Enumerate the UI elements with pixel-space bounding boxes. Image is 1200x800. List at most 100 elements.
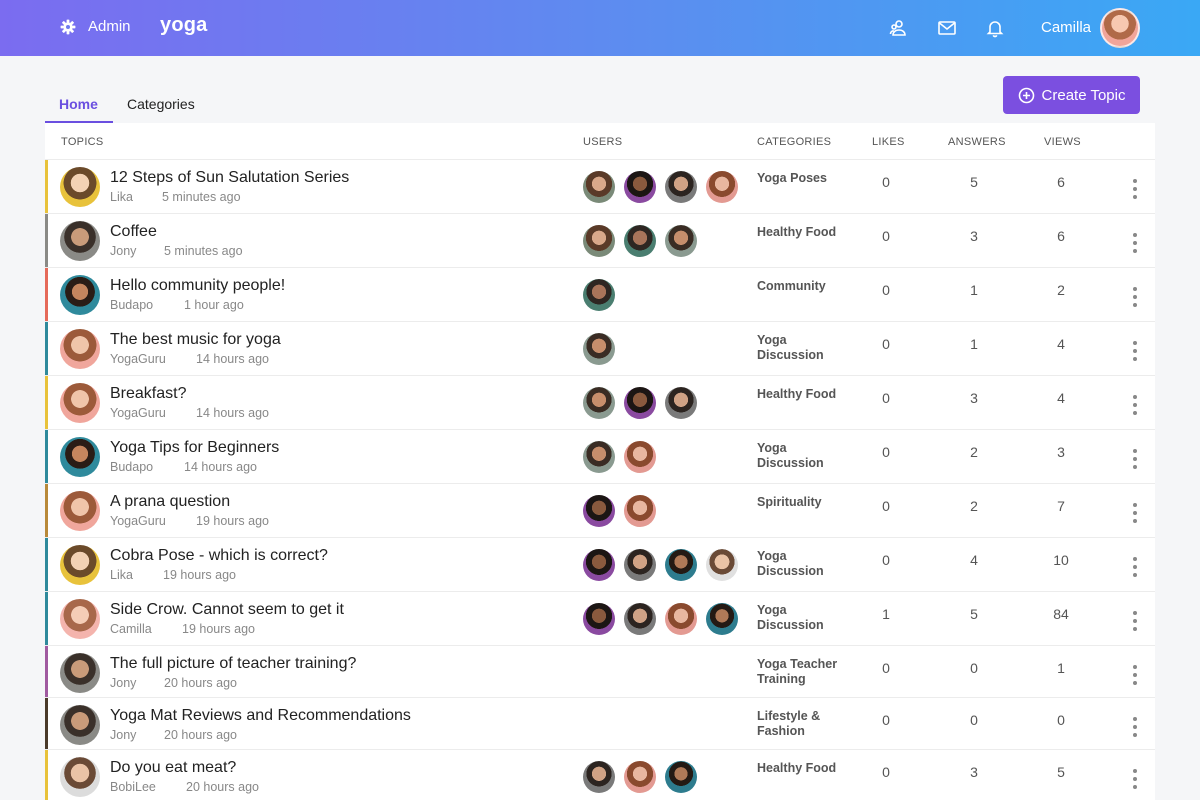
table-row[interactable]: 12 Steps of Sun Salutation Series Lika 5… — [45, 160, 1155, 214]
more-options-icon[interactable] — [1129, 503, 1141, 523]
more-options-icon[interactable] — [1129, 287, 1141, 307]
participant-avatar[interactable] — [665, 549, 697, 581]
tab-categories[interactable]: Categories — [127, 96, 195, 112]
topic-title[interactable]: Cobra Pose - which is correct? — [110, 547, 328, 565]
participant-avatar[interactable] — [583, 761, 615, 793]
topic-category[interactable]: Yoga Discussion — [757, 441, 847, 471]
topic-author[interactable]: Budapo — [110, 298, 153, 312]
topic-author[interactable]: BobiLee — [110, 780, 156, 794]
author-avatar[interactable] — [60, 545, 100, 585]
tab-home[interactable]: Home — [59, 96, 98, 112]
table-row[interactable]: The best music for yoga YogaGuru 14 hour… — [45, 322, 1155, 376]
topic-title[interactable]: The best music for yoga — [110, 331, 281, 349]
topic-author[interactable]: YogaGuru — [110, 514, 166, 528]
author-avatar[interactable] — [60, 383, 100, 423]
table-row[interactable]: Breakfast? YogaGuru 14 hours ago Healthy… — [45, 376, 1155, 430]
topic-title[interactable]: Breakfast? — [110, 385, 186, 403]
topic-title[interactable]: The full picture of teacher training? — [110, 655, 356, 673]
table-row[interactable]: Side Crow. Cannot seem to get it Camilla… — [45, 592, 1155, 646]
participant-avatar[interactable] — [583, 279, 615, 311]
author-avatar[interactable] — [60, 275, 100, 315]
mail-icon[interactable] — [937, 18, 957, 38]
topic-category[interactable]: Yoga Poses — [757, 171, 847, 186]
author-avatar[interactable] — [60, 221, 100, 261]
topic-category[interactable]: Lifestyle & Fashion — [757, 709, 847, 739]
current-user-avatar[interactable] — [1100, 8, 1140, 48]
participant-avatar[interactable] — [624, 761, 656, 793]
topic-title[interactable]: Coffee — [110, 223, 157, 241]
participant-avatar[interactable] — [624, 171, 656, 203]
topic-title[interactable]: Hello community people! — [110, 277, 285, 295]
topic-category[interactable]: Healthy Food — [757, 387, 847, 402]
participant-avatar[interactable] — [583, 441, 615, 473]
author-avatar[interactable] — [60, 167, 100, 207]
participant-avatar[interactable] — [583, 495, 615, 527]
more-options-icon[interactable] — [1129, 557, 1141, 577]
table-row[interactable]: A prana question YogaGuru 19 hours ago S… — [45, 484, 1155, 538]
topic-category[interactable]: Yoga Discussion — [757, 603, 847, 633]
topic-category[interactable]: Community — [757, 279, 847, 294]
more-options-icon[interactable] — [1129, 769, 1141, 789]
participant-avatar[interactable] — [665, 603, 697, 635]
topic-category[interactable]: Yoga Discussion — [757, 333, 847, 363]
table-row[interactable]: Hello community people! Budapo 1 hour ag… — [45, 268, 1155, 322]
participant-avatar[interactable] — [665, 761, 697, 793]
topic-category[interactable]: Yoga Teacher Training — [757, 657, 847, 687]
more-options-icon[interactable] — [1129, 395, 1141, 415]
author-avatar[interactable] — [60, 757, 100, 797]
participant-avatar[interactable] — [624, 225, 656, 257]
more-options-icon[interactable] — [1129, 611, 1141, 631]
topic-title[interactable]: Side Crow. Cannot seem to get it — [110, 601, 344, 619]
more-options-icon[interactable] — [1129, 233, 1141, 253]
participant-avatar[interactable] — [665, 387, 697, 419]
topic-author[interactable]: Jony — [110, 244, 136, 258]
participant-avatar[interactable] — [624, 495, 656, 527]
topic-category[interactable]: Healthy Food — [757, 225, 847, 240]
participant-avatar[interactable] — [583, 171, 615, 203]
create-topic-button[interactable]: Create Topic — [1003, 76, 1140, 114]
current-user-name[interactable]: Camilla — [1041, 19, 1091, 36]
participant-avatar[interactable] — [624, 603, 656, 635]
participant-avatar[interactable] — [706, 171, 738, 203]
bell-icon[interactable] — [985, 18, 1005, 38]
author-avatar[interactable] — [60, 705, 100, 745]
topic-title[interactable]: Do you eat meat? — [110, 759, 236, 777]
topic-category[interactable]: Spirituality — [757, 495, 847, 510]
topic-author[interactable]: Lika — [110, 568, 133, 582]
topic-title[interactable]: A prana question — [110, 493, 230, 511]
participant-avatar[interactable] — [583, 225, 615, 257]
topic-author[interactable]: Lika — [110, 190, 133, 204]
topic-title[interactable]: 12 Steps of Sun Salutation Series — [110, 169, 349, 187]
participant-avatar[interactable] — [624, 387, 656, 419]
participant-avatar[interactable] — [665, 225, 697, 257]
users-icon[interactable] — [889, 18, 909, 38]
author-avatar[interactable] — [60, 437, 100, 477]
more-options-icon[interactable] — [1129, 179, 1141, 199]
participant-avatar[interactable] — [583, 333, 615, 365]
participant-avatar[interactable] — [665, 171, 697, 203]
more-options-icon[interactable] — [1129, 717, 1141, 737]
more-options-icon[interactable] — [1129, 341, 1141, 361]
brand-logo[interactable]: yoga — [160, 14, 207, 37]
author-avatar[interactable] — [60, 599, 100, 639]
participant-avatar[interactable] — [706, 549, 738, 581]
topic-author[interactable]: YogaGuru — [110, 406, 166, 420]
table-row[interactable]: Yoga Mat Reviews and Recommendations Jon… — [45, 698, 1155, 750]
table-row[interactable]: The full picture of teacher training? Jo… — [45, 646, 1155, 698]
participant-avatar[interactable] — [624, 549, 656, 581]
topic-author[interactable]: Budapo — [110, 460, 153, 474]
more-options-icon[interactable] — [1129, 449, 1141, 469]
topic-title[interactable]: Yoga Tips for Beginners — [110, 439, 279, 457]
participant-avatar[interactable] — [624, 441, 656, 473]
participant-avatar[interactable] — [583, 549, 615, 581]
topic-title[interactable]: Yoga Mat Reviews and Recommendations — [110, 707, 411, 725]
topic-category[interactable]: Yoga Discussion — [757, 549, 847, 579]
author-avatar[interactable] — [60, 491, 100, 531]
topic-author[interactable]: YogaGuru — [110, 352, 166, 366]
more-options-icon[interactable] — [1129, 665, 1141, 685]
table-row[interactable]: Coffee Jony 5 minutes ago Healthy Food 0… — [45, 214, 1155, 268]
topic-author[interactable]: Jony — [110, 728, 136, 742]
author-avatar[interactable] — [60, 329, 100, 369]
topic-category[interactable]: Healthy Food — [757, 761, 847, 776]
table-row[interactable]: Yoga Tips for Beginners Budapo 14 hours … — [45, 430, 1155, 484]
